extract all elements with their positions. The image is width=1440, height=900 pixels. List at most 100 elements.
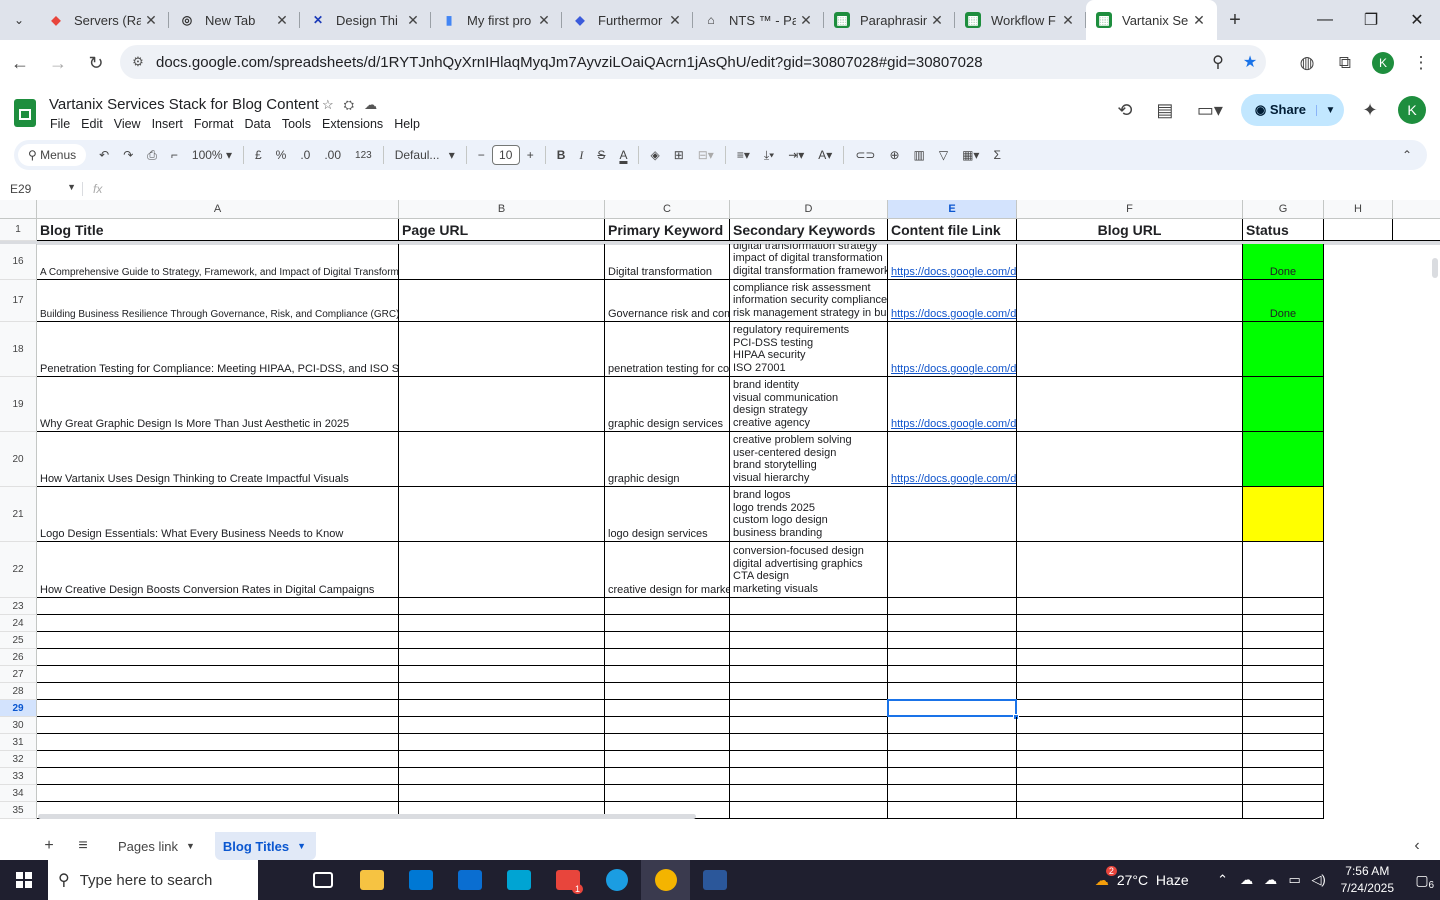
- empty-cell[interactable]: [399, 734, 605, 751]
- empty-cell[interactable]: [605, 683, 730, 700]
- close-tab-icon[interactable]: ✕: [665, 12, 685, 29]
- empty-cell[interactable]: [1243, 700, 1324, 717]
- functions-icon[interactable]: Σ: [986, 148, 1007, 162]
- browser-tab[interactable]: ⌂ NTS ™ - Pa ✕: [693, 0, 824, 40]
- column-header-b[interactable]: B: [399, 200, 605, 219]
- menu-extensions[interactable]: Extensions: [322, 117, 383, 131]
- increase-font-size-icon[interactable]: +: [520, 148, 541, 162]
- weather-icon[interactable]: ☁ 2: [1095, 865, 1117, 889]
- minimize-icon[interactable]: —: [1302, 0, 1348, 40]
- cell-blank[interactable]: [1393, 219, 1440, 241]
- share-button[interactable]: ◉ Share ▼: [1240, 94, 1344, 126]
- empty-cell[interactable]: [1017, 768, 1243, 785]
- empty-cell[interactable]: [605, 734, 730, 751]
- cell-primary-keyword[interactable]: Digital transformation: [605, 244, 730, 280]
- print-icon[interactable]: ⎙: [140, 148, 164, 163]
- empty-cell[interactable]: [399, 598, 605, 615]
- empty-cell[interactable]: [37, 751, 399, 768]
- network-icon[interactable]: ▭: [1283, 872, 1307, 888]
- cell-status[interactable]: [1243, 377, 1324, 432]
- empty-cell[interactable]: [399, 615, 605, 632]
- cell-h[interactable]: [1324, 432, 1393, 487]
- row-header[interactable]: 32: [0, 751, 37, 768]
- cell-blog-url[interactable]: [1017, 280, 1243, 322]
- cell-content-file-link[interactable]: [888, 542, 1017, 598]
- gemini-icon[interactable]: ✦: [1350, 100, 1390, 121]
- empty-cell[interactable]: [1243, 632, 1324, 649]
- cell-page-url[interactable]: [399, 322, 605, 377]
- empty-cell[interactable]: [605, 700, 730, 717]
- menus-search[interactable]: ⚲ Menus: [18, 144, 87, 166]
- menu-tools[interactable]: Tools: [282, 117, 311, 131]
- empty-cell[interactable]: [1243, 751, 1324, 768]
- empty-cell[interactable]: [888, 615, 1017, 632]
- column-header-e[interactable]: E: [888, 200, 1017, 219]
- empty-cell[interactable]: [1017, 632, 1243, 649]
- empty-cell[interactable]: [1243, 615, 1324, 632]
- taskbar-mail-icon[interactable]: [445, 860, 494, 900]
- cell-status[interactable]: [1243, 432, 1324, 487]
- cell-page-url[interactable]: [399, 487, 605, 542]
- translate-icon[interactable]: ◍: [1288, 53, 1326, 73]
- start-button[interactable]: [0, 860, 48, 900]
- row-header[interactable]: 24: [0, 615, 37, 632]
- header-blog-url[interactable]: Blog URL: [1017, 219, 1243, 241]
- cell-secondary-keywords[interactable]: conversion-focused design digital adverti…: [730, 542, 888, 598]
- row-header[interactable]: 25: [0, 632, 37, 649]
- cell-page-url[interactable]: [399, 244, 605, 280]
- cell-blog-title[interactable]: Building Business Resilience Through Gov…: [37, 280, 399, 322]
- empty-cell[interactable]: [37, 785, 399, 802]
- header-blog-title[interactable]: Blog Title: [37, 219, 399, 241]
- header-h[interactable]: [1324, 219, 1393, 241]
- row-header[interactable]: 28: [0, 683, 37, 700]
- cell-secondary-keywords[interactable]: brand logos logo trends 2025 custom logo d…: [730, 487, 888, 542]
- undo-icon[interactable]: ↶: [92, 148, 116, 162]
- empty-cell[interactable]: [730, 802, 888, 819]
- browser-tab[interactable]: ▮ My first pro ✕: [431, 0, 562, 40]
- empty-cell[interactable]: [1243, 802, 1324, 819]
- cell-blog-url[interactable]: [1017, 487, 1243, 542]
- cell-content-file-link[interactable]: https://docs.google.com/do: [888, 377, 1017, 432]
- empty-cell[interactable]: [730, 683, 888, 700]
- cell-primary-keyword[interactable]: graphic design services: [605, 377, 730, 432]
- filter-views-icon[interactable]: ▦▾: [955, 148, 986, 162]
- cell-status[interactable]: [1243, 322, 1324, 377]
- font-select[interactable]: Defaul... ▾: [388, 148, 462, 162]
- bookmark-star-icon[interactable]: ★: [1234, 52, 1266, 72]
- column-header-g[interactable]: G: [1243, 200, 1324, 219]
- cell-blog-title[interactable]: Logo Design Essentials: What Every Busin…: [37, 487, 399, 542]
- menu-data[interactable]: Data: [244, 117, 270, 131]
- empty-cell[interactable]: [37, 768, 399, 785]
- weather-text[interactable]: 27°C Haze: [1117, 872, 1189, 888]
- close-tab-icon[interactable]: ✕: [534, 12, 554, 29]
- empty-cell[interactable]: [1017, 734, 1243, 751]
- meet-icon[interactable]: ▭▾: [1185, 100, 1235, 121]
- redo-icon[interactable]: ↷: [116, 148, 140, 162]
- empty-cell[interactable]: [399, 666, 605, 683]
- row-header[interactable]: 20: [0, 432, 37, 487]
- empty-cell[interactable]: [730, 717, 888, 734]
- empty-cell[interactable]: [1017, 666, 1243, 683]
- notification-center-icon[interactable]: ▢ 6: [1404, 872, 1440, 891]
- row-header[interactable]: 16: [0, 244, 37, 280]
- borders-icon[interactable]: ⊞: [667, 148, 691, 162]
- volume-icon[interactable]: ◁): [1307, 872, 1331, 888]
- row-header[interactable]: 22: [0, 542, 37, 598]
- comments-icon[interactable]: ▤: [1145, 100, 1185, 121]
- empty-cell[interactable]: [730, 666, 888, 683]
- share-dropdown-icon[interactable]: ▼: [1316, 104, 1344, 116]
- collapse-toolbar-icon[interactable]: ⌃: [1395, 148, 1419, 162]
- empty-cell[interactable]: [888, 683, 1017, 700]
- sheets-logo-icon[interactable]: [14, 99, 36, 127]
- empty-cell[interactable]: [1017, 598, 1243, 615]
- cell-h[interactable]: [1324, 542, 1393, 598]
- empty-cell[interactable]: [399, 649, 605, 666]
- empty-cell[interactable]: [1243, 734, 1324, 751]
- cell-blog-url[interactable]: [1017, 244, 1243, 280]
- row-header[interactable]: 29: [0, 700, 37, 717]
- site-info-icon[interactable]: ⚙: [120, 54, 156, 70]
- empty-cell[interactable]: [605, 768, 730, 785]
- row-header[interactable]: 31: [0, 734, 37, 751]
- name-box[interactable]: E29 ▼: [0, 182, 82, 196]
- fill-color-icon[interactable]: ◈: [643, 148, 666, 162]
